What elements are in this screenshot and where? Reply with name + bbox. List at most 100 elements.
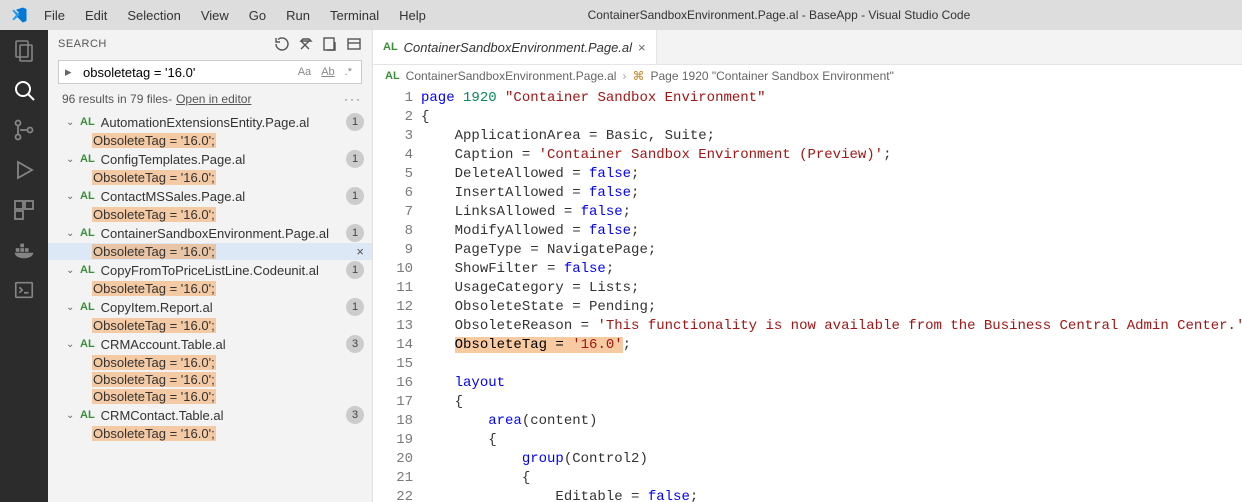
search-result-file[interactable]: ⌄AL ContactMSSales.Page.al1: [48, 186, 372, 206]
al-filetype-icon: AL: [80, 264, 95, 276]
match-text: ObsoleteTag = '16.0';: [92, 372, 216, 387]
al-filetype-icon: AL: [80, 153, 95, 165]
extensions-icon[interactable]: [12, 198, 36, 222]
al-filetype-icon: AL: [80, 227, 95, 239]
sidebar-title: SEARCH: [58, 38, 274, 50]
breadcrumb[interactable]: AL ContainerSandboxEnvironment.Page.al ›…: [373, 65, 1242, 87]
match-text: ObsoleteTag = '16.0';: [92, 281, 216, 296]
chevron-down-icon[interactable]: ⌄: [66, 302, 78, 313]
match-text: ObsoleteTag = '16.0';: [92, 318, 216, 333]
title-bar: File Edit Selection View Go Run Terminal…: [0, 0, 1242, 30]
search-result-match[interactable]: ObsoleteTag = '16.0';: [48, 132, 372, 149]
search-result-file[interactable]: ⌄ALConfigTemplates.Page.al1: [48, 149, 372, 169]
terminal-panel-icon[interactable]: [12, 278, 36, 302]
dismiss-match-icon[interactable]: ×: [356, 244, 364, 259]
search-result-file[interactable]: ⌄ALCRMContact.Table.al3: [48, 405, 372, 425]
search-result-match[interactable]: ObsoleteTag = '16.0';: [48, 354, 372, 371]
match-count-badge: 1: [346, 261, 364, 279]
new-search-editor-icon[interactable]: [322, 36, 338, 52]
al-filetype-icon: AL: [80, 338, 95, 350]
match-text: ObsoleteTag = '16.0';: [92, 355, 216, 370]
match-text: ObsoleteTag = '16.0';: [92, 244, 216, 259]
chevron-down-icon[interactable]: ⌄: [66, 117, 78, 128]
file-name: ContainerSandboxEnvironment.Page.al: [101, 226, 346, 241]
search-icon[interactable]: [12, 78, 36, 102]
menubar: File Edit Selection View Go Run Terminal…: [0, 4, 436, 27]
file-name: CopyItem.Report.al: [101, 300, 346, 315]
menu-file[interactable]: File: [34, 4, 75, 27]
line-gutter: 12345678910111213141516171819202122: [373, 87, 421, 502]
al-filetype-icon: AL: [80, 301, 95, 313]
search-result-file[interactable]: ⌄AL CopyItem.Report.al1: [48, 297, 372, 317]
menu-run[interactable]: Run: [276, 4, 320, 27]
menu-help[interactable]: Help: [389, 4, 436, 27]
chevron-down-icon[interactable]: ⌄: [66, 191, 78, 202]
chevron-down-icon[interactable]: ⌄: [66, 339, 78, 350]
explorer-icon[interactable]: [12, 38, 36, 62]
code-editor[interactable]: 12345678910111213141516171819202122 page…: [373, 87, 1242, 502]
match-count-badge: 3: [346, 335, 364, 353]
search-result-file[interactable]: ⌄AL ContainerSandboxEnvironment.Page.al1: [48, 223, 372, 243]
app-root: File Edit Selection View Go Run Terminal…: [0, 0, 1242, 502]
file-name: CopyFromToPriceListLine.Codeunit.al: [101, 263, 346, 278]
code-lines[interactable]: page 1920 "Container Sandbox Environment…: [421, 87, 1242, 502]
docker-icon[interactable]: [12, 238, 36, 262]
al-filetype-icon: AL: [385, 70, 400, 82]
match-wholeword-toggle[interactable]: Ab: [318, 65, 337, 79]
search-result-match[interactable]: ObsoleteTag = '16.0'; ×: [48, 243, 372, 260]
search-input[interactable]: [83, 65, 295, 80]
match-text: ObsoleteTag = '16.0';: [92, 170, 216, 185]
source-control-icon[interactable]: [12, 118, 36, 142]
expand-search-toggle-icon[interactable]: ▸: [65, 64, 79, 80]
menu-terminal[interactable]: Terminal: [320, 4, 389, 27]
refresh-icon[interactable]: [274, 36, 290, 52]
search-result-file[interactable]: ⌄AL CopyFromToPriceListLine.Codeunit.al1: [48, 260, 372, 280]
menu-selection[interactable]: Selection: [117, 4, 190, 27]
breadcrumb-file[interactable]: ContainerSandboxEnvironment.Page.al: [406, 69, 617, 83]
breadcrumb-symbol[interactable]: Page 1920 "Container Sandbox Environment…: [650, 69, 893, 83]
chevron-down-icon[interactable]: ⌄: [66, 265, 78, 276]
activity-bar: [0, 30, 48, 502]
search-result-match[interactable]: ObsoleteTag = '16.0';: [48, 206, 372, 223]
vscode-logo-icon: [10, 6, 28, 24]
search-result-match[interactable]: ObsoleteTag = '16.0';: [48, 317, 372, 334]
open-in-editor-link[interactable]: Open in editor: [176, 92, 251, 106]
more-icon[interactable]: ···: [344, 92, 362, 106]
clear-icon[interactable]: [298, 36, 314, 52]
match-count-badge: 1: [346, 150, 364, 168]
menu-edit[interactable]: Edit: [75, 4, 117, 27]
search-result-match[interactable]: ObsoleteTag = '16.0';: [48, 388, 372, 405]
chevron-down-icon[interactable]: ⌄: [66, 228, 78, 239]
chevron-right-icon: ›: [622, 69, 626, 83]
collapse-icon[interactable]: [346, 36, 362, 52]
search-result-match[interactable]: ObsoleteTag = '16.0';: [48, 280, 372, 297]
search-result-match[interactable]: ObsoleteTag = '16.0';: [48, 371, 372, 388]
al-filetype-icon: AL: [80, 409, 95, 421]
file-name: ContactMSSales.Page.al: [101, 189, 346, 204]
results-summary: 96 results in 79 files - Open in editor …: [48, 90, 372, 112]
match-text: ObsoleteTag = '16.0';: [92, 426, 216, 441]
search-result-match[interactable]: ObsoleteTag = '16.0';: [48, 425, 372, 442]
search-results-tree[interactable]: ⌄ALAutomationExtensionsEntity.Page.al1Ob…: [48, 112, 372, 502]
close-icon[interactable]: ×: [638, 40, 646, 55]
file-name: AutomationExtensionsEntity.Page.al: [101, 115, 346, 130]
chevron-down-icon[interactable]: ⌄: [66, 410, 78, 421]
match-count-badge: 1: [346, 298, 364, 316]
run-debug-icon[interactable]: [12, 158, 36, 182]
menu-go[interactable]: Go: [239, 4, 276, 27]
match-text: ObsoleteTag = '16.0';: [92, 389, 216, 404]
al-filetype-icon: AL: [80, 190, 95, 202]
search-result-file[interactable]: ⌄ALAutomationExtensionsEntity.Page.al1: [48, 112, 372, 132]
search-result-file[interactable]: ⌄ALCRMAccount.Table.al3: [48, 334, 372, 354]
match-text: ObsoleteTag = '16.0';: [92, 133, 216, 148]
match-count-badge: 1: [346, 224, 364, 242]
symbol-struct-icon: ⌘: [632, 69, 644, 83]
search-result-match[interactable]: ObsoleteTag = '16.0';: [48, 169, 372, 186]
sidebar-header: SEARCH: [48, 30, 372, 58]
match-count-badge: 1: [346, 187, 364, 205]
menu-view[interactable]: View: [191, 4, 239, 27]
match-case-toggle[interactable]: Aa: [295, 65, 314, 79]
editor-tab[interactable]: AL ContainerSandboxEnvironment.Page.al ×: [373, 30, 657, 64]
chevron-down-icon[interactable]: ⌄: [66, 154, 78, 165]
regex-toggle[interactable]: .*: [342, 65, 355, 79]
